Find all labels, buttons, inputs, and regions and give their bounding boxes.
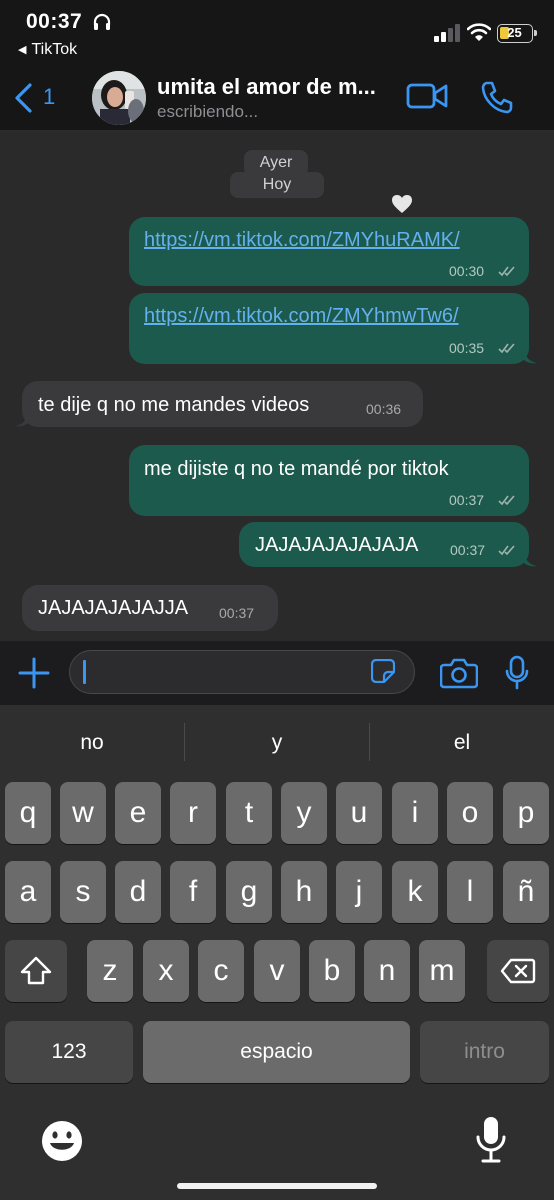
- message-bubble-outgoing[interactable]: https://vm.tiktok.com/ZMYhmwTw6/ 00:35: [129, 293, 529, 364]
- text-caret: [83, 660, 86, 684]
- sticker-icon[interactable]: [371, 659, 395, 683]
- message-input[interactable]: [69, 650, 415, 694]
- microphone-icon[interactable]: [505, 655, 529, 691]
- suggestion-el[interactable]: el: [370, 723, 554, 763]
- wifi-icon: [467, 23, 491, 41]
- read-ticks-icon: [498, 495, 515, 506]
- status-bar: 00:37 ◀ TikTok 25: [0, 0, 554, 64]
- date-separator-hoy: Hoy: [230, 172, 324, 198]
- back-app-label: TikTok: [31, 41, 78, 58]
- key-j[interactable]: j: [336, 861, 382, 923]
- message-list[interactable]: Ayer Hoy https://vm.tiktok.com/ZMYhuRAMK…: [0, 131, 554, 641]
- message-time: 00:36: [366, 401, 402, 417]
- backspace-icon: [500, 958, 536, 984]
- key-u[interactable]: u: [336, 782, 382, 844]
- message-bubble-incoming[interactable]: JAJAJAJAJAJJA 00:37: [22, 585, 278, 631]
- key-l[interactable]: l: [447, 861, 493, 923]
- key-enye[interactable]: ñ: [503, 861, 549, 923]
- message-time: 00:37: [449, 492, 485, 508]
- read-ticks-icon: [498, 545, 515, 556]
- plus-icon[interactable]: [18, 657, 50, 689]
- key-e[interactable]: e: [115, 782, 161, 844]
- read-ticks-icon: [498, 266, 515, 277]
- key-x[interactable]: x: [143, 940, 189, 1002]
- message-bubble-outgoing[interactable]: me dijiste q no te mandé por tiktok 00:3…: [129, 445, 529, 516]
- back-chevron-icon[interactable]: [12, 82, 34, 114]
- shift-icon: [20, 956, 52, 985]
- message-text: JAJAJAJAJAJAJA: [255, 534, 419, 556]
- battery-cap: [534, 30, 537, 36]
- message-bubble-outgoing[interactable]: JAJAJAJAJAJAJA 00:37: [239, 522, 529, 567]
- camera-icon[interactable]: [440, 657, 478, 689]
- message-time: 00:30: [449, 263, 485, 279]
- avatar[interactable]: [92, 71, 146, 125]
- backspace-key[interactable]: [487, 940, 549, 1002]
- bubble-tail: [524, 350, 537, 364]
- key-q[interactable]: q: [5, 782, 51, 844]
- typing-status: escribiendo...: [157, 102, 259, 121]
- key-y[interactable]: y: [281, 782, 327, 844]
- key-i[interactable]: i: [392, 782, 438, 844]
- message-link[interactable]: https://vm.tiktok.com/ZMYhmwTw6/: [144, 305, 459, 328]
- suggestion-y[interactable]: y: [185, 723, 369, 763]
- numbers-key[interactable]: 123: [5, 1021, 133, 1083]
- key-s[interactable]: s: [60, 861, 106, 923]
- message-input-bar: [0, 641, 554, 705]
- key-t[interactable]: t: [226, 782, 272, 844]
- key-g[interactable]: g: [226, 861, 272, 923]
- message-link[interactable]: https://vm.tiktok.com/ZMYhuRAMK/: [144, 229, 460, 252]
- key-w[interactable]: w: [60, 782, 106, 844]
- avatar-photo: [92, 71, 146, 125]
- unread-count[interactable]: 1: [43, 84, 55, 110]
- key-v[interactable]: v: [254, 940, 300, 1002]
- key-c[interactable]: c: [198, 940, 244, 1002]
- key-a[interactable]: a: [5, 861, 51, 923]
- dictation-icon[interactable]: [474, 1115, 508, 1165]
- bubble-tail: [524, 553, 537, 567]
- message-bubble-incoming[interactable]: te dije q no me mandes videos 00:36: [22, 381, 423, 427]
- key-o[interactable]: o: [447, 782, 493, 844]
- key-z[interactable]: z: [87, 940, 133, 1002]
- key-m[interactable]: m: [419, 940, 465, 1002]
- video-call-icon[interactable]: [406, 82, 448, 110]
- home-indicator[interactable]: [177, 1183, 377, 1189]
- battery-level: 25: [507, 25, 522, 40]
- message-text: te dije q no me mandes videos: [38, 394, 310, 416]
- return-key[interactable]: intro: [420, 1021, 549, 1083]
- suggestion-no[interactable]: no: [0, 723, 184, 763]
- battery-icon: 25: [497, 24, 537, 43]
- chat-header: 1 umita el amor de m... escribiendo...: [0, 64, 554, 131]
- space-key[interactable]: espacio: [143, 1021, 410, 1083]
- key-r[interactable]: r: [170, 782, 216, 844]
- headphones-icon: [93, 13, 111, 30]
- status-time: 00:37: [26, 10, 83, 33]
- key-d[interactable]: d: [115, 861, 161, 923]
- key-k[interactable]: k: [392, 861, 438, 923]
- message-time: 00:35: [449, 340, 485, 356]
- message-text: JAJAJAJAJAJJA: [38, 597, 189, 619]
- message-time: 00:37: [450, 542, 486, 558]
- shift-key[interactable]: [5, 940, 67, 1002]
- emoji-icon[interactable]: [40, 1119, 84, 1163]
- phone-icon[interactable]: [480, 80, 514, 114]
- read-ticks-icon: [498, 343, 515, 354]
- key-f[interactable]: f: [170, 861, 216, 923]
- message-text: me dijiste q no te mandé por tiktok: [144, 458, 449, 480]
- heart-reaction-icon[interactable]: [391, 194, 413, 214]
- message-bubble-outgoing[interactable]: https://vm.tiktok.com/ZMYhuRAMK/ 00:30: [129, 217, 529, 286]
- signal-icon: [434, 24, 460, 42]
- back-to-app-link[interactable]: ◀ TikTok: [18, 41, 77, 59]
- key-h[interactable]: h: [281, 861, 327, 923]
- key-b[interactable]: b: [309, 940, 355, 1002]
- back-triangle-icon: ◀: [18, 44, 27, 56]
- message-time: 00:37: [219, 605, 255, 621]
- key-p[interactable]: p: [503, 782, 549, 844]
- bubble-tail: [15, 413, 28, 427]
- key-n[interactable]: n: [364, 940, 410, 1002]
- contact-name[interactable]: umita el amor de m...: [157, 74, 376, 100]
- keyboard: no y el q w e r t y u i o p a s d f g h …: [0, 705, 554, 1200]
